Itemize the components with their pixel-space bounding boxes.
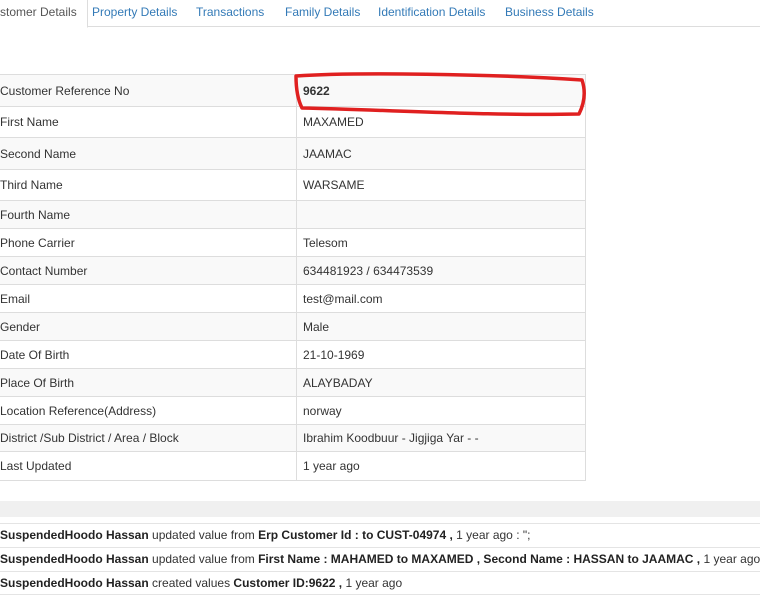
row-label: Gender xyxy=(0,312,297,341)
log-user: SuspendedHoodo Hassan xyxy=(0,528,149,542)
table-row: Second Name JAAMAC xyxy=(0,137,586,170)
log-action: updated value from xyxy=(148,552,259,566)
log-time: 1 year ago : "; xyxy=(452,528,531,542)
row-label: First Name xyxy=(0,106,297,138)
row-label: Contact Number xyxy=(0,256,297,285)
table-row: District /Sub District / Area / Block Ib… xyxy=(0,424,586,452)
log-action: created values xyxy=(148,576,234,590)
tab-property-details[interactable]: Property Details xyxy=(92,0,177,27)
table-row: Contact Number 634481923 / 634473539 xyxy=(0,256,586,285)
table-row: Gender Male xyxy=(0,312,586,341)
tab-identification-details[interactable]: Identification Details xyxy=(378,0,485,27)
table-row: Third Name WARSAME xyxy=(0,169,586,201)
row-value: test@mail.com xyxy=(296,284,586,313)
tab-business-details[interactable]: Business Details xyxy=(505,0,594,27)
row-label: Phone Carrier xyxy=(0,228,297,257)
row-value: WARSAME xyxy=(296,169,586,201)
log-change: First Name : MAHAMED to MAXAMED , Second… xyxy=(258,552,701,566)
table-row: Date Of Birth 21-10-1969 xyxy=(0,340,586,369)
log-user: SuspendedHoodo Hassan xyxy=(0,576,149,590)
row-label: Fourth Name xyxy=(0,200,297,229)
row-label: Date Of Birth xyxy=(0,340,297,369)
row-value: 21-10-1969 xyxy=(296,340,586,369)
row-label: Customer Reference No xyxy=(0,74,297,107)
log-entry: SuspendedHoodo Hassan created values Cus… xyxy=(0,571,760,595)
customer-details-table: Customer Reference No 9622 First Name MA… xyxy=(0,74,586,481)
table-row: Fourth Name xyxy=(0,200,586,229)
row-label: Location Reference(Address) xyxy=(0,396,297,425)
row-value: Ibrahim Koodbuur - Jigjiga Yar - - xyxy=(296,424,586,452)
log-change: Erp Customer Id : to CUST-04974 , xyxy=(258,528,453,542)
row-label: Last Updated xyxy=(0,451,297,481)
row-value: Male xyxy=(296,312,586,341)
row-value: MAXAMED xyxy=(296,106,586,138)
row-value xyxy=(296,200,586,229)
tab-family-details[interactable]: Family Details xyxy=(285,0,360,27)
log-entry: SuspendedHoodo Hassan updated value from… xyxy=(0,547,760,570)
table-row: Email test@mail.com xyxy=(0,284,586,313)
log-change: Customer ID:9622 , xyxy=(233,576,343,590)
log-time: 1 year ago xyxy=(342,576,403,590)
row-label: Email xyxy=(0,284,297,313)
row-value: ALAYBADAY xyxy=(296,368,586,397)
tab-customer-details[interactable]: stomer Details xyxy=(0,0,88,28)
row-value: 1 year ago xyxy=(296,451,586,481)
log-header-bar xyxy=(0,501,760,517)
customer-reference-value: 9622 xyxy=(296,74,586,107)
tab-transactions[interactable]: Transactions xyxy=(196,0,264,27)
log-user: SuspendedHoodo Hassan xyxy=(0,552,149,566)
table-row: Last Updated 1 year ago xyxy=(0,451,586,481)
table-row: Location Reference(Address) norway xyxy=(0,396,586,425)
row-label: Place Of Birth xyxy=(0,368,297,397)
log-entry: SuspendedHoodo Hassan updated value from… xyxy=(0,523,760,546)
row-value: 634481923 / 634473539 xyxy=(296,256,586,285)
row-label: Second Name xyxy=(0,137,297,170)
row-value: JAAMAC xyxy=(296,137,586,170)
row-value: norway xyxy=(296,396,586,425)
log-action: updated value from xyxy=(148,528,259,542)
row-label: Third Name xyxy=(0,169,297,201)
table-row: First Name MAXAMED xyxy=(0,106,586,138)
row-label: District /Sub District / Area / Block xyxy=(0,424,297,452)
table-row: Customer Reference No 9622 xyxy=(0,74,586,107)
tab-bar: stomer Details Property Details Transact… xyxy=(0,0,760,28)
table-row: Phone Carrier Telesom xyxy=(0,228,586,257)
log-time: 1 year ago : "; xyxy=(703,552,760,566)
table-row: Place Of Birth ALAYBADAY xyxy=(0,368,586,397)
row-value: Telesom xyxy=(296,228,586,257)
